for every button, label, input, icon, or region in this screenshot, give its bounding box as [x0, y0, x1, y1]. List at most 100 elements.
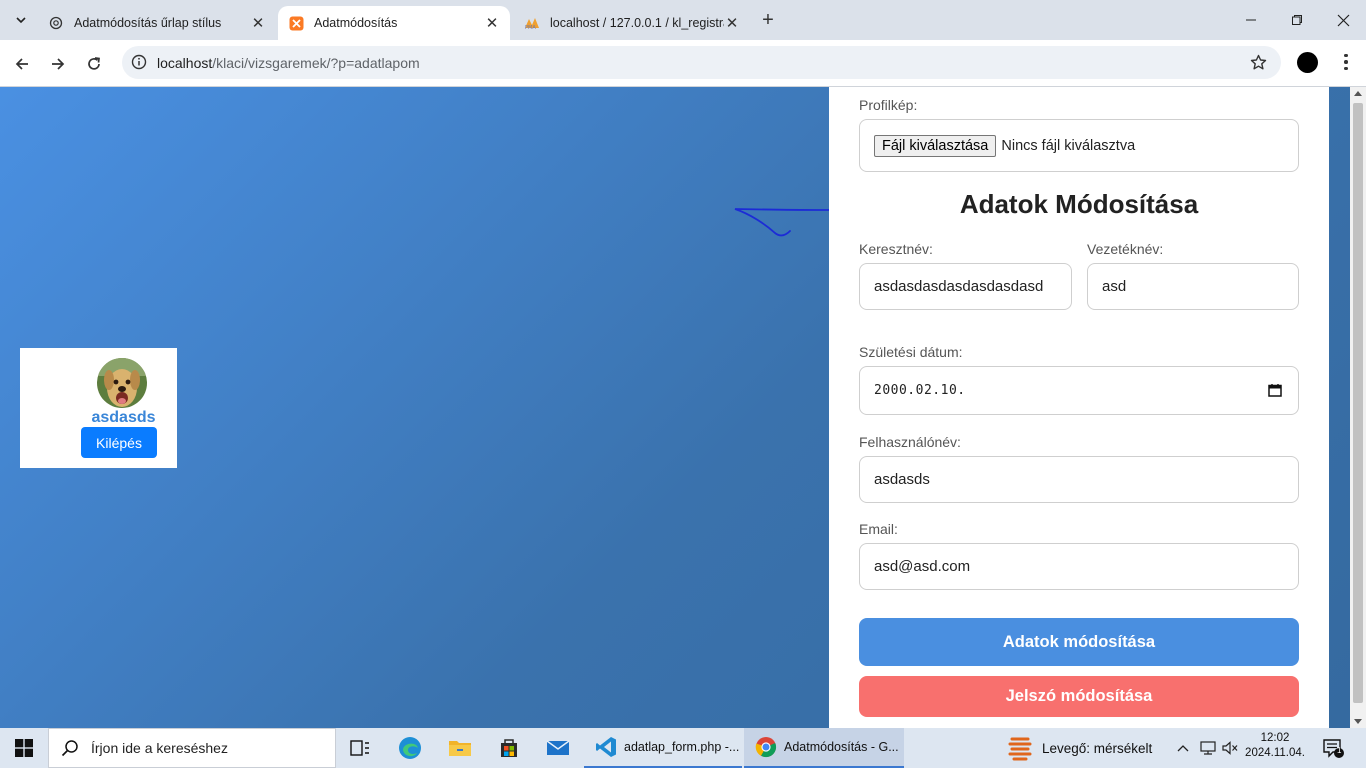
user-card: asdasds Kilépés [20, 348, 177, 468]
search-icon [61, 740, 78, 757]
edit-profile-form: Profilkép: Fájl kiválasztása Nincs fájl … [829, 87, 1329, 728]
choose-file-button[interactable]: Fájl kiválasztása [874, 134, 997, 157]
browser-menu-icon[interactable] [1336, 50, 1356, 74]
username-input[interactable]: asdasds [859, 456, 1299, 503]
edge-button[interactable] [386, 728, 434, 768]
store-icon [501, 739, 517, 757]
tab-title: Adatmódosítás [314, 16, 398, 30]
tab-title: localhost / 127.0.0.1 / kl_registra [550, 16, 724, 30]
forward-button[interactable] [45, 51, 71, 77]
calendar-icon[interactable] [1268, 383, 1282, 397]
username-value: asdasds [874, 471, 930, 488]
birthdate-label: Születési dátum: [859, 344, 963, 360]
taskbar-app-label: adatlap_form.php -... [624, 740, 740, 754]
save-data-button[interactable]: Adatok módosítása [859, 618, 1299, 666]
scroll-up-icon[interactable] [1354, 91, 1362, 96]
lastname-value: asd [1102, 278, 1127, 295]
close-icon [1337, 14, 1349, 26]
network-tray[interactable] [1198, 728, 1218, 768]
email-input[interactable]: asd@asd.com [859, 543, 1299, 590]
notification-center-button[interactable]: 1 [1322, 738, 1344, 758]
reload-icon [88, 57, 100, 70]
window-close-button[interactable] [1320, 0, 1366, 40]
windows-logo-icon [15, 739, 33, 757]
profile-picture-label: Profilkép: [859, 97, 918, 113]
new-tab-button[interactable]: + [756, 8, 780, 32]
bookmark-star-icon[interactable] [1249, 53, 1267, 71]
taskbar-vscode[interactable]: adatlap_form.php -... [584, 728, 742, 768]
back-button[interactable] [9, 51, 35, 77]
speaker-muted-icon [1222, 741, 1238, 755]
weather-text: Levegő: mérsékelt [1042, 740, 1153, 756]
logout-button[interactable]: Kilépés [81, 427, 157, 458]
task-view-button[interactable] [336, 728, 384, 768]
notification-count: 1 [1337, 746, 1342, 755]
minimize-icon [1246, 19, 1256, 21]
arrow-left-icon [15, 58, 28, 70]
file-explorer-button[interactable] [436, 728, 484, 768]
page-viewport: asdasds Kilépés Profilkép: Fájl kiválasz… [0, 87, 1350, 728]
mail-button[interactable] [534, 728, 582, 768]
email-value: asd@asd.com [874, 558, 971, 575]
store-button[interactable] [485, 728, 533, 768]
weather-widget[interactable]: Levegő: mérsékelt [1008, 728, 1152, 768]
network-icon [1200, 741, 1216, 755]
close-icon[interactable]: ✕ [724, 15, 740, 32]
restore-button[interactable] [1274, 0, 1320, 40]
search-placeholder: Írjon ide a kereséshez [91, 740, 228, 756]
windows-taskbar: Írjon ide a kereséshez adatlap_form.php … [0, 728, 1366, 768]
folder-icon [449, 741, 471, 756]
form-title: Adatok Módosítása [959, 189, 1199, 219]
site-info-icon[interactable] [130, 53, 148, 71]
vscode-icon [594, 735, 618, 759]
clock-time: 12:02 [1260, 732, 1290, 744]
tab-adatmodositas[interactable]: Adatmódosítás ✕ [278, 6, 510, 40]
username-label: asdasds [91, 409, 156, 426]
firstname-label: Keresztnév: [859, 241, 933, 257]
reload-button[interactable] [81, 51, 107, 77]
url-path: /klaci/vizsgaremek/?p=adatlapom [212, 55, 420, 71]
clock-date: 2024.11.04. [1245, 747, 1305, 759]
arrow-right-icon [52, 58, 65, 70]
task-view-icon [350, 740, 369, 756]
browser-toolbar: localhost/klaci/vizsgaremek/?p=adatlapom [0, 40, 1366, 87]
birthdate-value: 2000.02.10. [874, 383, 966, 398]
start-button[interactable] [0, 728, 48, 768]
taskbar-search-box[interactable]: Írjon ide a kereséshez [48, 728, 336, 768]
url-text: localhost/klaci/vizsgaremek/?p=adatlapom [157, 55, 420, 71]
system-clock[interactable]: 12:02 2024.11.04. [1242, 731, 1308, 761]
profile-picture-input[interactable]: Fájl kiválasztása Nincs fájl kiválasztva [859, 119, 1299, 172]
close-icon[interactable]: ✕ [484, 15, 500, 32]
taskbar-chrome[interactable]: Adatmódosítás - G... [744, 728, 904, 768]
change-password-button[interactable]: Jelszó módosítása [859, 676, 1299, 717]
page-scrollbar[interactable] [1350, 87, 1366, 728]
air-quality-icon [1008, 737, 1032, 761]
avatar [97, 358, 147, 408]
close-icon[interactable]: ✕ [250, 15, 266, 32]
volume-tray[interactable] [1220, 728, 1240, 768]
minimize-button[interactable] [1228, 0, 1274, 40]
show-hidden-icons[interactable] [1174, 728, 1192, 768]
tab-title: Adatmódosítás űrlap stílus [74, 16, 222, 30]
tab-phpmyadmin[interactable]: PMA localhost / 127.0.0.1 / kl_registra … [514, 6, 750, 40]
tab-urlap-stilus[interactable]: Adatmódosítás űrlap stílus ✕ [38, 6, 276, 40]
profile-avatar[interactable] [1297, 52, 1318, 73]
birthdate-input[interactable]: 2000.02.10. [859, 366, 1299, 415]
scrollbar-thumb[interactable] [1353, 103, 1363, 703]
url-host: localhost [157, 55, 213, 71]
email-label: Email: [859, 521, 898, 537]
tab-search-button[interactable] [8, 8, 34, 32]
chevron-up-icon [1177, 745, 1189, 752]
chrome-icon [754, 735, 778, 759]
xampp-icon [288, 15, 304, 31]
lastname-label: Vezetéknév: [1087, 241, 1164, 257]
openai-icon [48, 15, 64, 31]
firstname-input[interactable]: asdasdasdasdasdasdasd [859, 263, 1072, 310]
lastname-input[interactable]: asd [1087, 263, 1299, 310]
chevron-down-icon [16, 17, 26, 24]
address-bar[interactable]: localhost/klaci/vizsgaremek/?p=adatlapom [122, 46, 1281, 79]
phpmyadmin-icon: PMA [524, 15, 540, 31]
mail-icon [546, 740, 570, 755]
scroll-down-icon[interactable] [1354, 719, 1362, 724]
taskbar-app-label: Adatmódosítás - G... [784, 740, 899, 754]
